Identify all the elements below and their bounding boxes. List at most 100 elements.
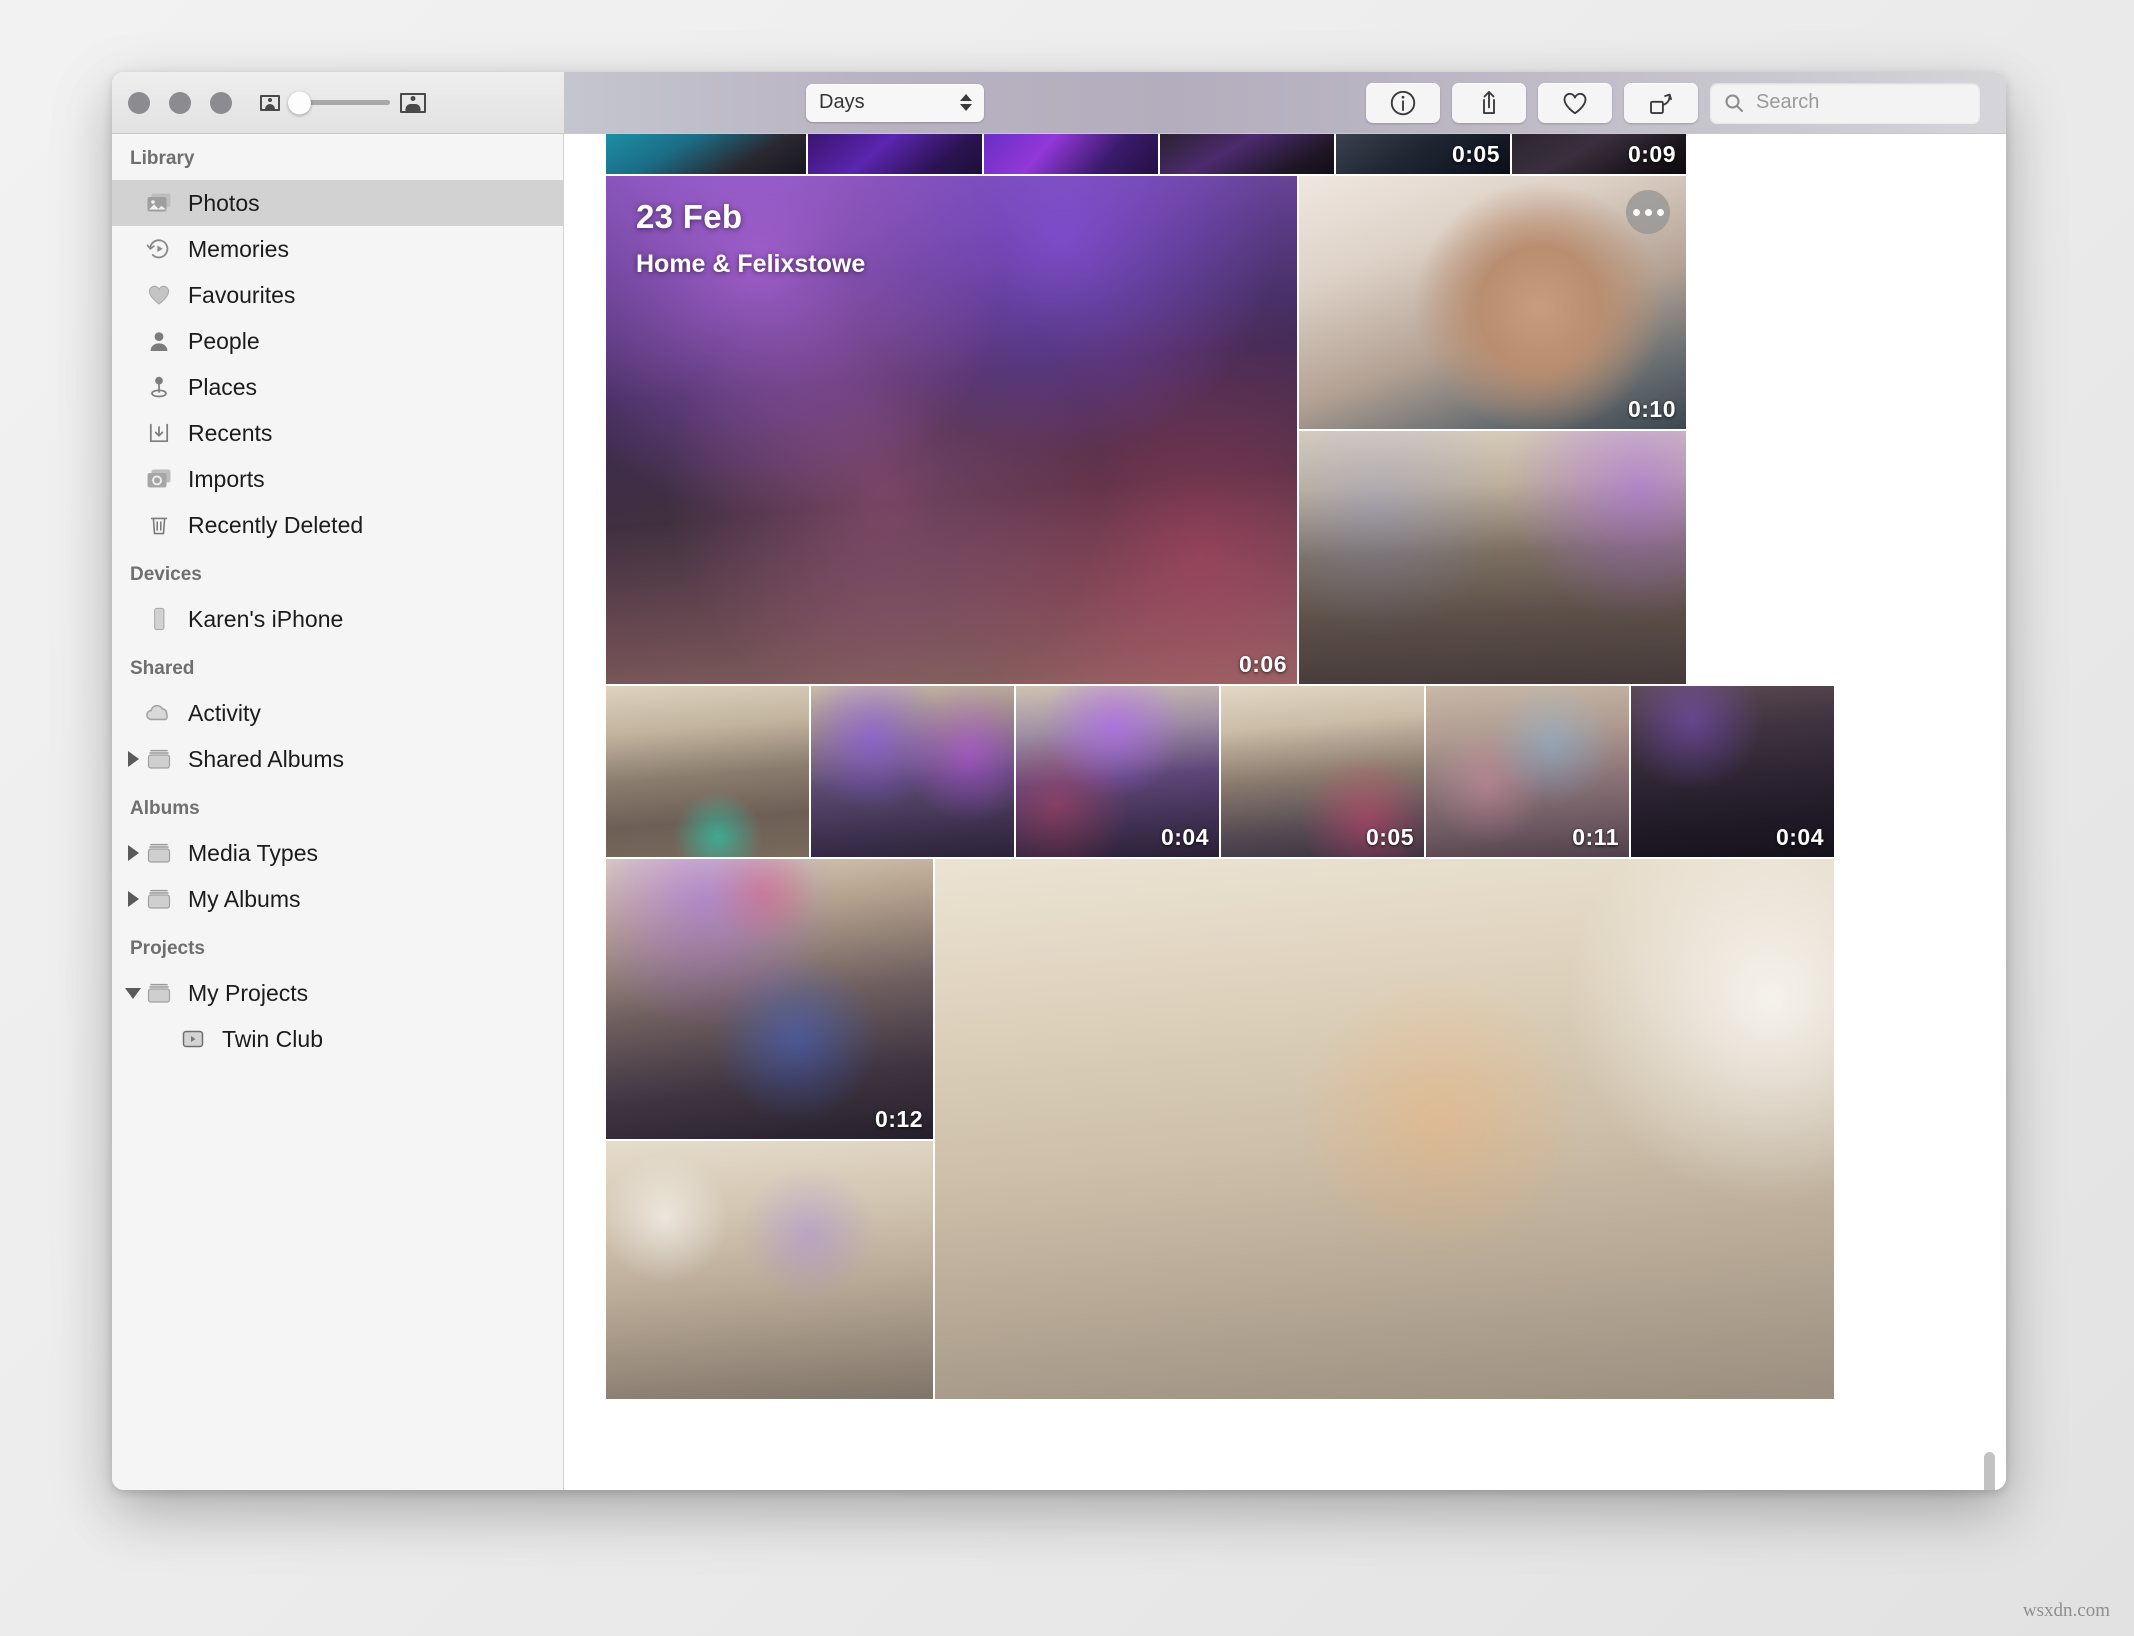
search-placeholder: Search bbox=[1756, 91, 1820, 113]
thumb-partial-1[interactable] bbox=[606, 134, 806, 174]
thumb-partial-6[interactable]: 0:09 bbox=[1512, 134, 1686, 174]
sidebar-item-recently-deleted[interactable]: Recently Deleted bbox=[112, 502, 563, 548]
close-button[interactable] bbox=[128, 91, 150, 114]
sidebar: Library Photos Memories Favourites Peopl… bbox=[112, 134, 564, 1490]
sidebar-item-imports[interactable]: Imports bbox=[112, 456, 563, 502]
sidebar-item-label: Twin Club bbox=[222, 1025, 323, 1052]
sidebar-item-my-projects[interactable]: My Projects bbox=[112, 970, 563, 1016]
thumb-partial-2[interactable] bbox=[808, 134, 982, 174]
small-photo-icon bbox=[260, 94, 280, 111]
thumbnail-image bbox=[1299, 431, 1686, 684]
sidebar-item-places[interactable]: Places bbox=[112, 364, 563, 410]
sidebar-item-label: Media Types bbox=[188, 839, 318, 866]
hero-image bbox=[606, 176, 1297, 684]
thumb-hall-2[interactable] bbox=[811, 686, 1014, 857]
sidebar-item-shared-albums[interactable]: Shared Albums bbox=[112, 736, 563, 782]
sidebar-item-label: Recents bbox=[188, 419, 273, 446]
titlebar-left-region bbox=[112, 72, 564, 133]
slider-track[interactable] bbox=[288, 91, 390, 114]
disclosure-triangle[interactable] bbox=[124, 891, 142, 907]
duration-badge: 0:05 bbox=[1365, 824, 1414, 850]
thumb-hall-3[interactable]: 0:04 bbox=[1016, 686, 1219, 857]
sidebar-item-memories[interactable]: Memories bbox=[112, 226, 563, 272]
thumb-child-face[interactable]: 0:10 bbox=[1299, 176, 1686, 429]
sidebar-item-recents[interactable]: Recents bbox=[112, 410, 563, 456]
sidebar-item-label: People bbox=[188, 327, 260, 354]
thumb-partial-4[interactable] bbox=[1160, 134, 1334, 174]
person-icon bbox=[144, 329, 174, 353]
vertical-scrollbar[interactable] bbox=[1982, 134, 1998, 1490]
cloud-icon bbox=[144, 702, 174, 724]
camera-icon bbox=[144, 468, 174, 490]
heart-icon bbox=[1563, 92, 1587, 114]
sidebar-section-devices: Devices bbox=[130, 564, 202, 585]
duration-badge: 0:06 bbox=[1238, 651, 1287, 677]
watermark: wsxdn.com bbox=[2022, 1600, 2110, 1621]
sidebar-item-people[interactable]: People bbox=[112, 318, 563, 364]
sidebar-item-label: Favourites bbox=[188, 281, 296, 308]
disclosure-triangle[interactable] bbox=[124, 751, 142, 767]
thumb-partial-3[interactable] bbox=[984, 134, 1158, 174]
more-options-button[interactable] bbox=[1626, 190, 1670, 234]
thumb-hall-1[interactable] bbox=[606, 686, 809, 857]
info-icon bbox=[1390, 90, 1416, 115]
sidebar-item-label: Activity bbox=[188, 699, 261, 726]
hero-video[interactable]: 23 Feb Home & Felixstowe 0:06 bbox=[606, 176, 1297, 684]
info-button[interactable] bbox=[1366, 82, 1440, 123]
titlebar-right-region: Days Search bbox=[564, 72, 2006, 133]
thumbnail-size-slider[interactable] bbox=[260, 91, 426, 114]
tile-room-large[interactable] bbox=[935, 859, 1834, 1399]
duration-badge: 0:04 bbox=[1775, 824, 1824, 850]
sidebar-section-albums: Albums bbox=[130, 798, 200, 819]
disclosure-triangle[interactable] bbox=[124, 845, 142, 861]
sidebar-item-twin-club[interactable]: Twin Club bbox=[112, 1016, 563, 1062]
tile-bottom-left[interactable] bbox=[606, 1141, 933, 1399]
thumbnail-image bbox=[606, 1141, 933, 1399]
sidebar-item-karens-iphone[interactable]: Karen's iPhone bbox=[112, 596, 563, 642]
disclosure-triangle[interactable] bbox=[124, 987, 142, 999]
share-button[interactable] bbox=[1452, 82, 1526, 123]
minimize-button[interactable] bbox=[169, 91, 191, 114]
sidebar-item-activity[interactable]: Activity bbox=[112, 690, 563, 736]
view-mode-value: Days bbox=[819, 91, 865, 113]
iphone-icon bbox=[144, 606, 174, 632]
thumbnail-image bbox=[606, 686, 809, 857]
duration-badge: 0:09 bbox=[1627, 141, 1676, 167]
thumb-classroom[interactable] bbox=[1299, 431, 1686, 684]
thumb-hall-5[interactable]: 0:11 bbox=[1426, 686, 1629, 857]
large-photo-icon bbox=[400, 92, 426, 113]
photo-grid-area[interactable]: 0:05 0:09 23 Feb Home & Felixstowe 0:06 bbox=[564, 134, 2006, 1490]
zoom-button[interactable] bbox=[210, 91, 232, 114]
rotate-button[interactable] bbox=[1624, 82, 1698, 123]
thumbnail-image bbox=[606, 859, 933, 1139]
folder-icon bbox=[144, 981, 174, 1005]
thumb-partial-5[interactable]: 0:05 bbox=[1336, 134, 1510, 174]
search-field[interactable]: Search bbox=[1710, 82, 1980, 123]
sidebar-item-my-albums[interactable]: My Albums bbox=[112, 876, 563, 922]
slider-knob[interactable] bbox=[288, 91, 311, 114]
chevron-updown-icon bbox=[960, 94, 972, 111]
sidebar-item-photos[interactable]: Photos bbox=[112, 180, 563, 226]
memories-icon bbox=[144, 237, 174, 261]
window-body: Library Photos Memories Favourites Peopl… bbox=[112, 134, 2006, 1490]
duration-badge: 0:11 bbox=[1572, 824, 1619, 850]
pin-icon bbox=[144, 375, 174, 399]
sidebar-section-library: Library bbox=[130, 148, 195, 169]
thumb-hall-6[interactable]: 0:04 bbox=[1631, 686, 1834, 857]
sidebar-item-label: My Projects bbox=[188, 979, 309, 1006]
thumbnail-image bbox=[984, 134, 1158, 174]
duration-badge: 0:04 bbox=[1160, 824, 1209, 850]
thumb-hall-4[interactable]: 0:05 bbox=[1221, 686, 1424, 857]
favourite-button[interactable] bbox=[1538, 82, 1612, 123]
thumbnail-image bbox=[606, 134, 806, 174]
scrollbar-thumb[interactable] bbox=[1984, 1452, 1995, 1490]
tile-dance-large[interactable]: 0:12 bbox=[606, 859, 933, 1139]
window-titlebar: Days Search bbox=[112, 72, 2006, 134]
view-mode-popup[interactable]: Days bbox=[806, 83, 984, 122]
sidebar-item-label: Places bbox=[188, 373, 258, 400]
sidebar-item-label: Karen's iPhone bbox=[188, 605, 344, 632]
rotate-icon bbox=[1650, 93, 1672, 114]
thumbnail-image bbox=[1160, 134, 1334, 174]
sidebar-item-media-types[interactable]: Media Types bbox=[112, 830, 563, 876]
sidebar-item-favourites[interactable]: Favourites bbox=[112, 272, 563, 318]
